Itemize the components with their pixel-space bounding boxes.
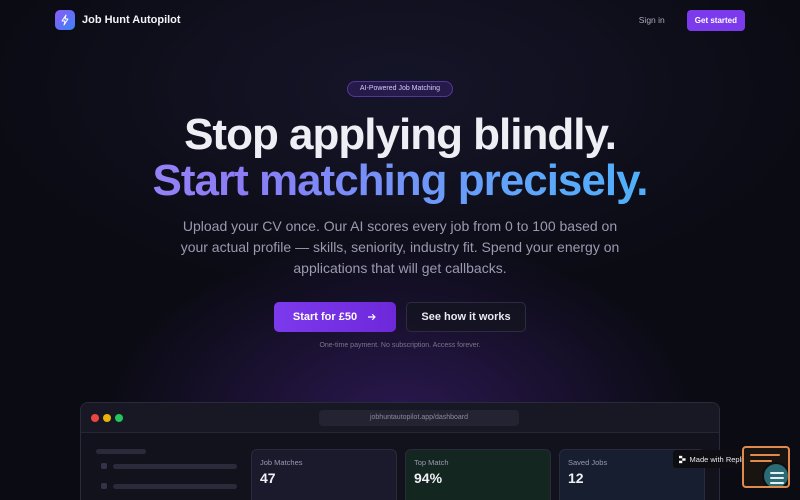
browser-bar: jobhuntautopilot.app/dashboard xyxy=(81,403,719,433)
top-nav: Job Hunt Autopilot Sign in Get started xyxy=(0,0,800,40)
headline-line-2: Start matching precisely. xyxy=(0,157,800,205)
close-dot xyxy=(91,414,99,422)
stat-label: Job Matches xyxy=(260,458,303,467)
sidebar-placeholder xyxy=(96,449,146,454)
landing-page: Job Hunt Autopilot Sign in Get started A… xyxy=(0,0,800,500)
sidebar-placeholder xyxy=(113,464,237,469)
replit-badge-label: Made with Replit xyxy=(689,454,745,464)
brand-name: Job Hunt Autopilot xyxy=(82,14,181,26)
see-how-it-works-button[interactable]: See how it works xyxy=(406,302,526,332)
widget-badge xyxy=(762,462,788,486)
hero-badge: AI-Powered Job Matching xyxy=(347,81,453,97)
hero-subtitle: Upload your CV once. Our AI scores every… xyxy=(180,218,620,276)
widget-line xyxy=(750,454,780,456)
dashboard-preview: jobhuntautopilot.app/dashboard Job Match… xyxy=(80,402,720,500)
feedback-widget-icon[interactable] xyxy=(742,446,790,488)
start-button[interactable]: Start for £50 xyxy=(274,302,396,332)
start-button-label: Start for £50 xyxy=(292,311,358,323)
widget-badge-line xyxy=(770,472,784,474)
get-started-button[interactable]: Get started xyxy=(686,9,745,31)
nav-actions: Sign in Get started xyxy=(639,9,745,31)
fine-print: One-time payment. No subscription. Acces… xyxy=(319,342,481,349)
stat-card-job-matches: Job Matches 47 xyxy=(251,449,397,500)
brand[interactable]: Job Hunt Autopilot xyxy=(55,10,181,30)
sidebar-placeholder-icon xyxy=(101,483,107,489)
arrow-right-icon xyxy=(367,313,376,321)
replit-icon xyxy=(679,455,686,463)
sidebar-placeholder xyxy=(113,484,237,489)
maximize-dot xyxy=(115,414,123,422)
minimize-dot xyxy=(103,414,111,422)
stat-value: 47 xyxy=(260,470,276,486)
widget-line xyxy=(750,460,772,462)
stat-label: Top Match xyxy=(414,458,449,467)
stat-value: 94% xyxy=(414,470,443,486)
headline-line-1: Stop applying blindly. xyxy=(184,110,617,159)
stat-card-top-match: Top Match 94% xyxy=(405,449,551,500)
cta-row: Start for £50 See how it works xyxy=(274,302,526,332)
url-bar: jobhuntautopilot.app/dashboard xyxy=(319,410,519,426)
lightning-logo-icon xyxy=(55,10,75,30)
made-with-replit-badge[interactable]: Made with Replit xyxy=(673,450,745,468)
sidebar-placeholder-icon xyxy=(101,463,107,469)
stat-value: 12 xyxy=(568,470,584,486)
sign-in-link[interactable]: Sign in xyxy=(639,15,665,25)
widget-badge-line xyxy=(770,482,784,484)
widget-badge-line xyxy=(770,477,784,479)
